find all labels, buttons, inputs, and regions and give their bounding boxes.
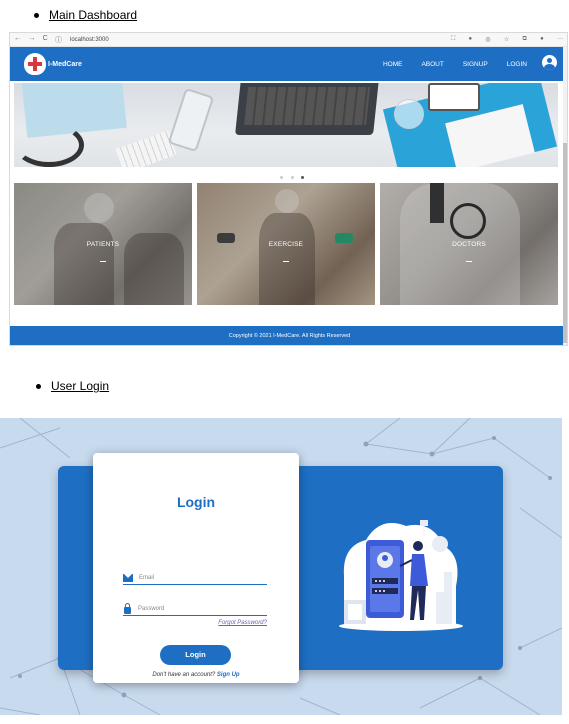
info-icon: ⓘ bbox=[55, 36, 62, 44]
hero-carousel-image bbox=[14, 83, 558, 167]
browser-nav-buttons: ← → C ⓘ bbox=[14, 35, 62, 45]
card-patients[interactable]: PATIENTS bbox=[14, 183, 192, 305]
login-heading: User Login bbox=[36, 379, 109, 393]
nav-login[interactable]: LOGIN bbox=[507, 61, 527, 68]
brand-name: I-MedCare bbox=[48, 60, 82, 68]
bullet-icon bbox=[36, 383, 41, 389]
login-heading-text: User Login bbox=[51, 379, 110, 393]
email-placeholder: Email bbox=[139, 574, 155, 581]
password-placeholder: Password bbox=[138, 605, 165, 612]
brand-logo[interactable]: I-MedCare bbox=[24, 53, 82, 75]
extension-icon[interactable]: ⛶ bbox=[451, 36, 455, 43]
email-icon bbox=[123, 573, 133, 582]
nav-home[interactable]: HOME bbox=[383, 61, 403, 68]
favorite-star-icon[interactable]: ☆ bbox=[504, 36, 509, 43]
app-footer: Copyright © 2021 I-MedCare. All Rights R… bbox=[10, 326, 567, 345]
back-arrow-icon[interactable]: ← bbox=[14, 35, 21, 45]
login-illustration bbox=[336, 516, 466, 632]
browser-address-bar: ← → C ⓘ localhost:3000 ⛶ ● ◎ ☆ ⧉ ● ··· bbox=[10, 33, 567, 47]
login-title: Login bbox=[176, 494, 216, 510]
medical-shield-icon bbox=[24, 53, 46, 75]
login-button[interactable]: Login bbox=[160, 645, 231, 665]
forward-arrow-icon[interactable]: → bbox=[28, 35, 35, 45]
refresh-icon[interactable]: C bbox=[43, 35, 48, 45]
signup-prompt: Don't have an account? Sign Up bbox=[93, 672, 299, 678]
card-label: DOCTORS bbox=[452, 241, 486, 248]
bullet-icon bbox=[34, 12, 39, 18]
forgot-password-link[interactable]: Forgot Password? bbox=[193, 620, 267, 626]
carousel-indicators bbox=[280, 174, 304, 180]
dashboard-heading: Main Dashboard bbox=[34, 8, 137, 22]
user-profile-icon[interactable] bbox=[542, 55, 557, 70]
carousel-dot[interactable] bbox=[280, 175, 283, 179]
signup-link[interactable]: Sign Up bbox=[217, 672, 240, 678]
signup-prompt-text: Don't have an account? bbox=[152, 672, 216, 678]
nav-about[interactable]: ABOUT bbox=[421, 61, 443, 68]
scrollbar-thumb[interactable] bbox=[563, 143, 567, 343]
email-field[interactable]: Email bbox=[123, 571, 267, 585]
carousel-dot-active[interactable] bbox=[301, 175, 304, 179]
card-label: PATIENTS bbox=[86, 241, 120, 248]
browser-url[interactable]: localhost:3000 bbox=[70, 37, 451, 43]
dashboard-heading-text: Main Dashboard bbox=[49, 8, 138, 22]
page-scrollbar[interactable] bbox=[563, 47, 567, 345]
extension-icon[interactable]: ● bbox=[468, 36, 472, 43]
card-doctors[interactable]: DOCTORS bbox=[380, 183, 558, 305]
lock-icon bbox=[124, 602, 131, 614]
password-field[interactable]: Password bbox=[123, 602, 267, 616]
nav-links: HOME ABOUT SIGNUP LOGIN bbox=[364, 47, 527, 81]
extension-icon[interactable]: ◎ bbox=[485, 36, 490, 43]
login-screenshot: Login Email Password Forgot Password? Lo… bbox=[0, 418, 562, 715]
browser-toolbar-icons: ⛶ ● ◎ ☆ ⧉ ● ··· bbox=[451, 36, 563, 43]
collections-icon[interactable]: ⧉ bbox=[523, 36, 527, 43]
app-navbar: I-MedCare HOME ABOUT SIGNUP LOGIN bbox=[10, 47, 567, 81]
card-exercise[interactable]: EXERCISE bbox=[197, 183, 375, 305]
profile-avatar-icon[interactable]: ● bbox=[540, 36, 544, 43]
nav-signup[interactable]: SIGNUP bbox=[463, 61, 488, 68]
more-menu-icon[interactable]: ··· bbox=[557, 36, 563, 43]
login-card: Login Email Password Forgot Password? Lo… bbox=[93, 453, 299, 683]
card-label: EXERCISE bbox=[268, 241, 304, 248]
dashboard-screenshot: ← → C ⓘ localhost:3000 ⛶ ● ◎ ☆ ⧉ ● ··· I… bbox=[9, 32, 568, 346]
carousel-dot[interactable] bbox=[290, 175, 294, 179]
